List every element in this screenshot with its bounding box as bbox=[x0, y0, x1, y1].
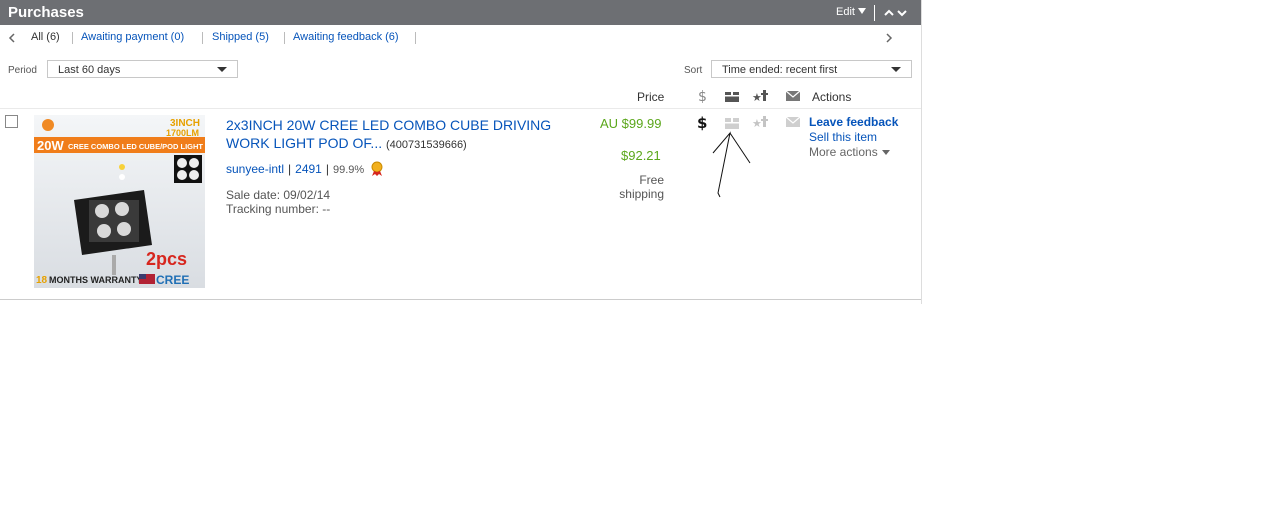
dollar-icon: $ bbox=[698, 89, 707, 104]
svg-text:20W: 20W bbox=[37, 138, 64, 153]
dropdown-arrow-icon bbox=[217, 67, 227, 72]
svg-text:2pcs: 2pcs bbox=[146, 249, 187, 269]
item-select-checkbox[interactable] bbox=[5, 115, 18, 128]
item-thumbnail[interactable]: 3INCH 1700LM 20W CREE COMBO LED CUBE/POD… bbox=[34, 115, 205, 288]
sale-date: Sale date: 09/02/14 bbox=[226, 188, 331, 202]
header-divider bbox=[874, 5, 875, 21]
sort-label: Sort bbox=[684, 65, 703, 76]
sort-select[interactable]: Time ended: recent first bbox=[711, 60, 912, 78]
tabs-prev-button[interactable] bbox=[8, 31, 18, 43]
period-select[interactable]: Last 60 days bbox=[47, 60, 238, 78]
seller-info: sunyee-intl | 2491 | 99.9% bbox=[226, 161, 384, 177]
seller-divider: | bbox=[288, 162, 292, 176]
tab-awaiting-feedback[interactable]: Awaiting feedback (6) bbox=[293, 31, 399, 43]
sell-this-item-link[interactable]: Sell this item bbox=[809, 130, 877, 144]
paid-dollar-icon: $ bbox=[697, 114, 707, 131]
seller-link[interactable]: sunyee-intl bbox=[226, 162, 284, 176]
caret-down-icon bbox=[881, 150, 890, 155]
chevron-left-icon bbox=[8, 33, 15, 43]
tab-all[interactable]: All (6) bbox=[31, 31, 60, 43]
svg-text:CREE COMBO LED CUBE/POD LIGHT: CREE COMBO LED CUBE/POD LIGHT bbox=[68, 142, 203, 151]
chevron-up-down-icon bbox=[884, 9, 907, 17]
row-divider bbox=[0, 299, 921, 300]
tab-shipped[interactable]: Shipped (5) bbox=[212, 31, 269, 43]
shipping-info: Free shipping bbox=[619, 173, 664, 201]
sort-value: Time ended: recent first bbox=[722, 64, 838, 76]
svg-text:MONTHS WARRANTY: MONTHS WARRANTY bbox=[49, 275, 143, 285]
leave-feedback-link[interactable]: Leave feedback bbox=[809, 115, 898, 129]
package-icon bbox=[725, 92, 739, 102]
tabs-next-button[interactable] bbox=[884, 31, 894, 43]
brand-logo-icon bbox=[42, 119, 54, 131]
tab-divider bbox=[72, 32, 73, 44]
seller-divider: | bbox=[325, 162, 329, 176]
price-column-header: Price bbox=[637, 90, 665, 104]
edit-label: Edit bbox=[836, 6, 855, 18]
feedback-score-link[interactable]: 2491 bbox=[295, 162, 322, 176]
tab-divider bbox=[284, 32, 285, 44]
svg-text:$: $ bbox=[698, 89, 707, 104]
svg-text:$: $ bbox=[697, 114, 707, 131]
edit-menu-button[interactable]: Edit bbox=[836, 6, 866, 18]
caret-down-icon bbox=[857, 8, 866, 14]
envelope-icon bbox=[785, 90, 801, 101]
top-rated-medal-icon bbox=[371, 161, 383, 176]
purchases-panel: Purchases Edit All (6) Awaiting payment … bbox=[0, 0, 922, 304]
more-actions-label: More actions bbox=[809, 145, 878, 159]
header-bar: Purchases Edit bbox=[0, 0, 921, 25]
product-image: 3INCH 1700LM 20W CREE COMBO LED CUBE/POD… bbox=[34, 115, 205, 288]
item-price: AU $99.99 bbox=[600, 116, 662, 131]
page-title: Purchases bbox=[8, 4, 84, 21]
row-divider bbox=[0, 108, 921, 109]
svg-text:18: 18 bbox=[36, 275, 48, 286]
feedback-percent: 99.9% bbox=[332, 164, 365, 176]
svg-text:1700LM: 1700LM bbox=[166, 128, 199, 138]
period-label: Period bbox=[8, 65, 37, 76]
collapse-expand-button[interactable] bbox=[882, 5, 912, 21]
converted-price: $92.21 bbox=[621, 148, 661, 163]
chevron-right-icon bbox=[886, 33, 893, 43]
item-title-link[interactable]: 2x3INCH 20W CREE LED COMBO CUBE DRIVING … bbox=[226, 116, 566, 154]
more-actions-menu[interactable]: More actions bbox=[809, 145, 890, 159]
dropdown-arrow-icon bbox=[891, 67, 901, 72]
svg-text:CREE: CREE bbox=[156, 273, 189, 287]
tracking-number: Tracking number: -- bbox=[226, 202, 331, 216]
tab-divider bbox=[202, 32, 203, 44]
message-status-icon bbox=[785, 116, 801, 127]
svg-text:★: ★ bbox=[752, 91, 762, 104]
period-value: Last 60 days bbox=[58, 64, 121, 76]
item-number: (400731539666) bbox=[385, 139, 467, 151]
tab-awaiting-payment[interactable]: Awaiting payment (0) bbox=[81, 31, 184, 43]
star-feedback-icon: ★ bbox=[752, 90, 768, 104]
actions-column-header: Actions bbox=[812, 90, 852, 104]
annotation-arrow-icon bbox=[712, 131, 751, 198]
tab-divider bbox=[415, 32, 416, 44]
